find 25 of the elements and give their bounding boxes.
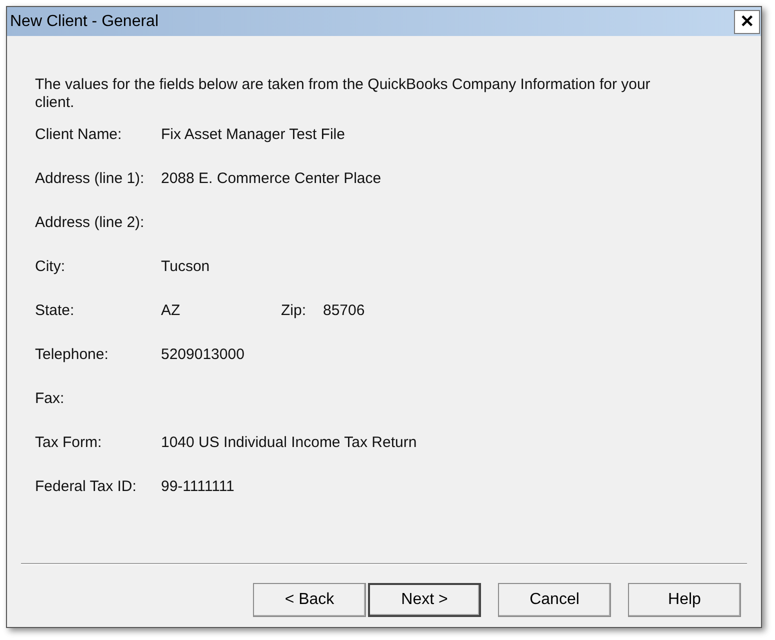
dialog-button[interactable]: Cancel	[498, 583, 611, 617]
field-value: 85706	[323, 302, 365, 318]
field-value: 99-1111111	[161, 478, 236, 494]
field-value: AZ	[161, 302, 182, 318]
window-title: New Client - General	[10, 12, 158, 30]
field-label: Federal Tax ID:	[35, 478, 138, 494]
field-label: Fax:	[35, 390, 66, 406]
field-label: State:	[35, 302, 76, 318]
field-label: City:	[35, 258, 66, 274]
field-label: Address (line 2):	[35, 214, 146, 230]
field-value: 1040 US Individual Income Tax Return	[161, 434, 417, 450]
intro-text: The values for the fields below are taken from the QuickBooks Company Information for your client.	[35, 76, 652, 112]
field-value: 2088 E. Commerce Center Place	[161, 170, 382, 186]
field-value: Tucson	[161, 258, 211, 274]
field-label: Client Name:	[35, 126, 123, 142]
field-label: Address (line 1):	[35, 170, 146, 186]
field-value: 5209013000	[161, 346, 246, 362]
dialog-button[interactable]: Help	[628, 583, 741, 617]
dialog-button[interactable]: Next >	[368, 583, 481, 617]
field-label: Zip:	[281, 302, 308, 318]
field-value: Fix Asset Manager Test File	[161, 126, 345, 142]
dialog-button[interactable]: < Back	[253, 583, 366, 617]
field-label: Tax Form:	[35, 434, 103, 450]
field-label: Telephone:	[35, 346, 110, 362]
close-button[interactable]: ✕	[734, 10, 760, 34]
